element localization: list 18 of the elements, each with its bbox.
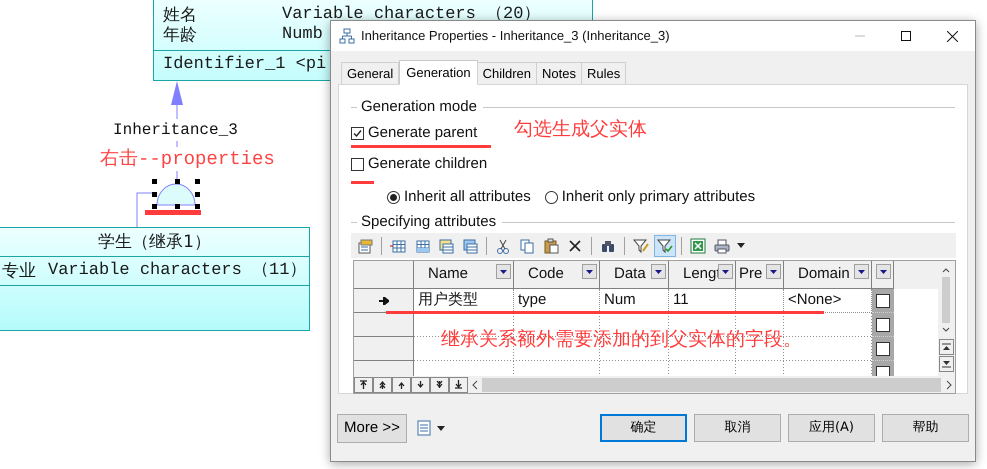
radio-label: Inherit all attributes	[404, 187, 531, 207]
attribute-type: Numb	[282, 25, 323, 45]
entity-title: 学生（继承1）	[98, 232, 211, 252]
section-label: Generation mode	[361, 97, 477, 117]
checkbox-label: Generate parent	[368, 124, 478, 142]
link-label: Inheritance_3	[113, 121, 238, 139]
annotation-text: 勾选生成父实体	[514, 118, 647, 140]
attribute-name: 专业	[2, 261, 36, 281]
attribute-type: Variable characters （11）	[48, 261, 306, 281]
checkbox-label: Generate children	[368, 155, 488, 173]
window-title: Inheritance Properties - Inheritance_3 (Inheritance_3)	[361, 27, 671, 46]
radio-label: Inherit only primary attributes	[562, 187, 756, 207]
identifier-text: Identifier_1 <pi	[163, 55, 326, 74]
section-label: Specifying attributes	[361, 212, 496, 232]
annotation-overlay: 继承关系额外需要添加的到父实体的字段。	[441, 328, 802, 350]
annotation-text: 右击--properties	[100, 148, 275, 170]
attribute-name: 姓名	[162, 5, 198, 25]
attribute-name: 年龄	[162, 25, 198, 45]
